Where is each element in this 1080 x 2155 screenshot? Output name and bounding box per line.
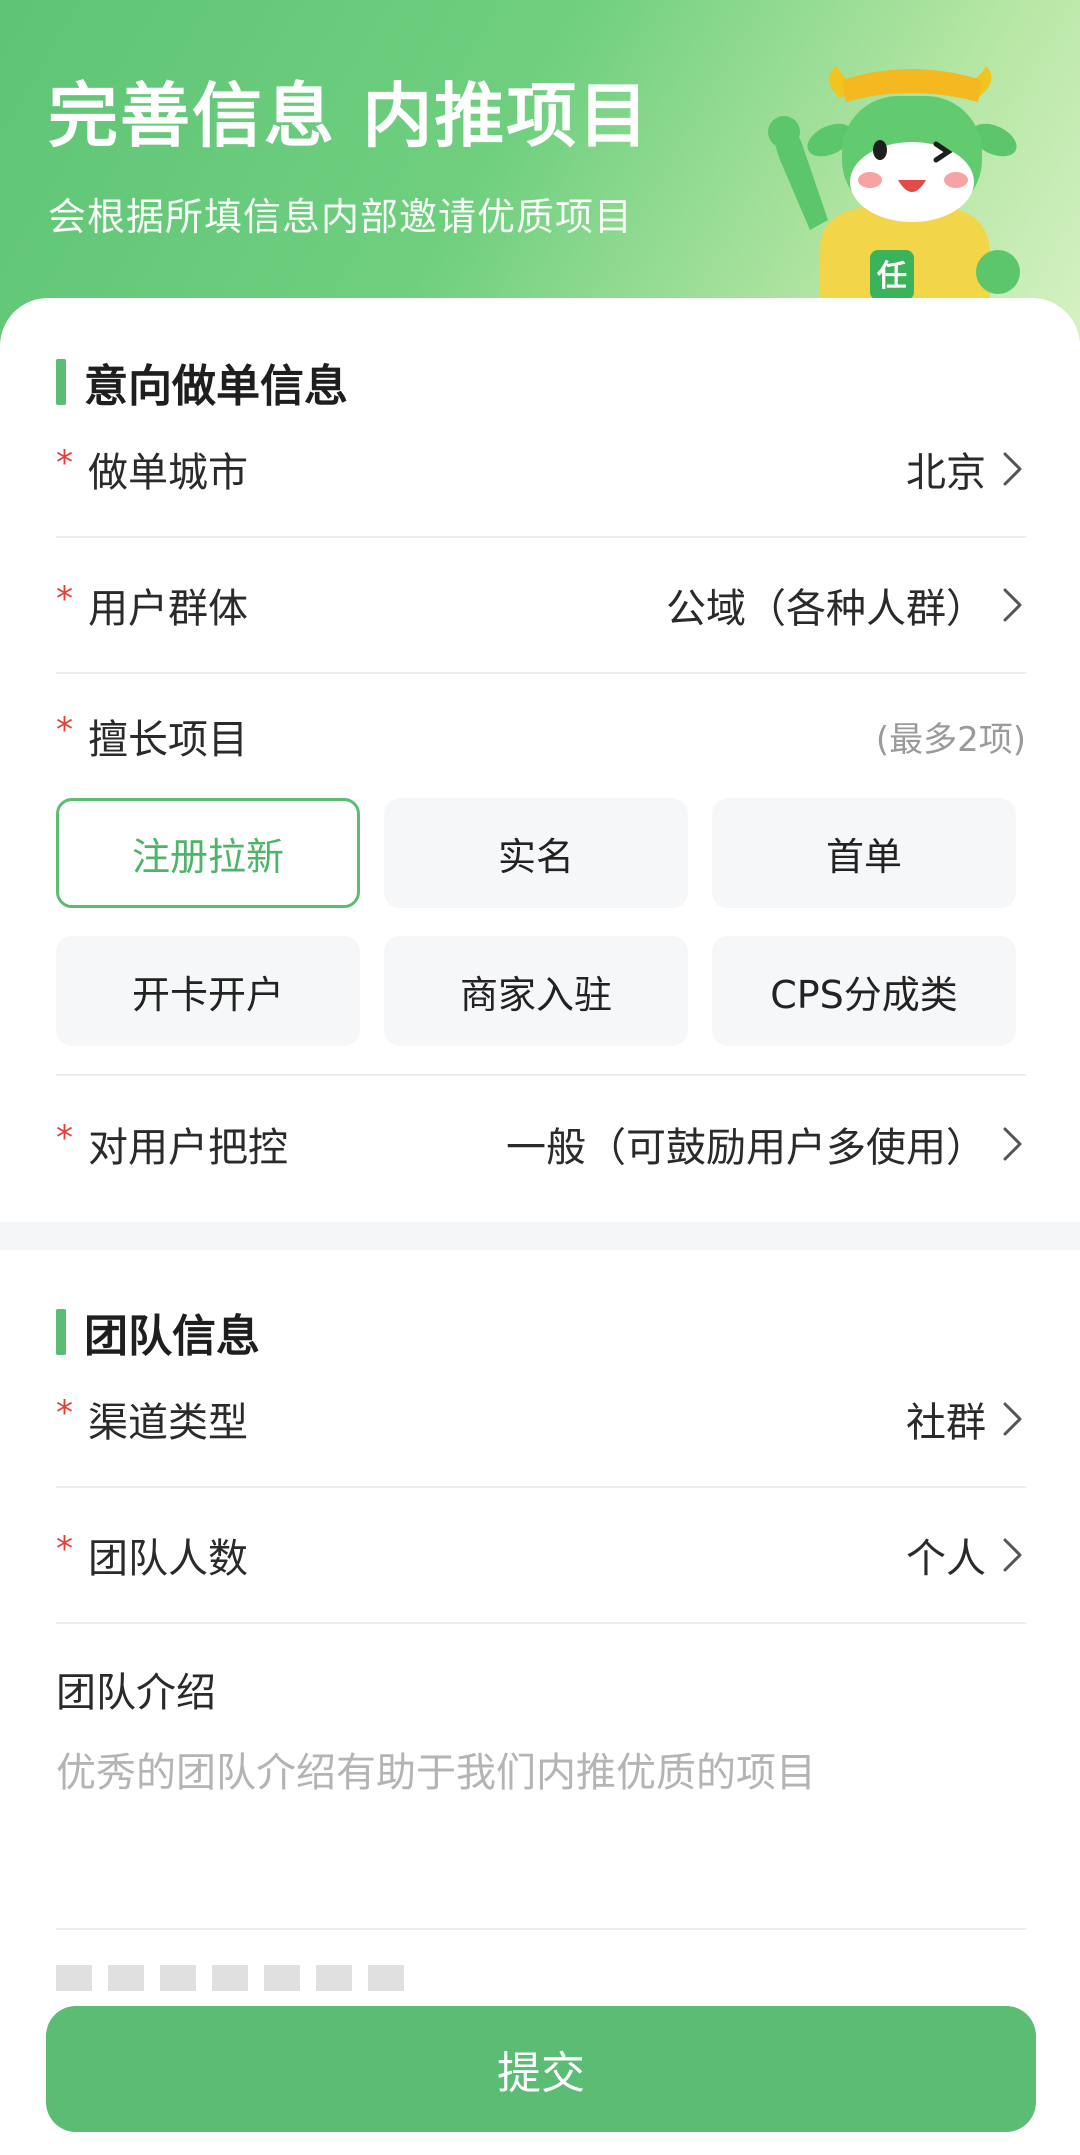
team-size-label: 团队人数 bbox=[88, 1536, 248, 1582]
page-subtitle: 会根据所填信息内部邀请优质项目 bbox=[48, 195, 634, 239]
skills-field-header: * 擅长项目 (最多2项) bbox=[56, 672, 1026, 800]
skill-chip-open-card[interactable]: 开卡开户 bbox=[56, 936, 360, 1046]
team-size-field[interactable]: * 团队人数 个人 bbox=[56, 1488, 1026, 1624]
skills-limit-hint: (最多2项) bbox=[875, 719, 1026, 760]
skill-chip-cps[interactable]: CPS分成类 bbox=[712, 936, 1016, 1046]
page: 完善信息 内推项目 会根据所填信息内部邀请优质项目 任 意向做单信息 * 做单城… bbox=[0, 0, 1080, 2155]
required-mark: * bbox=[56, 1529, 73, 1569]
section-separator bbox=[0, 1222, 1080, 1250]
user-group-label: 用户群体 bbox=[88, 586, 248, 632]
user-control-field[interactable]: * 对用户把控 一般（可鼓励用户多使用） bbox=[56, 1076, 1026, 1212]
chevron-right-icon bbox=[1003, 1538, 1022, 1572]
skill-chip-label: CPS分成类 bbox=[770, 972, 958, 1017]
section-accent-bar bbox=[56, 1309, 66, 1355]
channel-type-value-wrap: 社群 bbox=[906, 1390, 1026, 1448]
user-control-label: 对用户把控 bbox=[88, 1125, 288, 1171]
user-group-value-wrap: 公域（各种人群） bbox=[666, 576, 1026, 634]
user-control-value-wrap: 一般（可鼓励用户多使用） bbox=[506, 1115, 1026, 1173]
chevron-right-icon bbox=[1003, 1402, 1022, 1436]
chevron-right-icon bbox=[1003, 588, 1022, 622]
page-title: 完善信息 内推项目 bbox=[48, 75, 651, 157]
cow-mascot-icon: 任 bbox=[768, 66, 1020, 310]
chevron-right-icon bbox=[1003, 452, 1022, 486]
required-mark: * bbox=[56, 443, 73, 483]
city-label-wrap: * 做单城市 bbox=[56, 440, 248, 498]
skill-chip-label: 开卡开户 bbox=[131, 972, 284, 1017]
city-label: 做单城市 bbox=[88, 450, 248, 496]
channel-type-label: 渠道类型 bbox=[88, 1400, 248, 1446]
svg-text:任: 任 bbox=[876, 259, 907, 294]
section-accent-bar bbox=[56, 359, 66, 405]
required-mark: * bbox=[56, 710, 73, 750]
required-mark: * bbox=[56, 579, 73, 619]
channel-type-label-wrap: * 渠道类型 bbox=[56, 1390, 248, 1448]
team-intro-label: 团队介绍 bbox=[56, 1670, 216, 1716]
submit-button[interactable]: 提交 bbox=[46, 2006, 1036, 2132]
team-intro-textarea[interactable] bbox=[56, 1740, 1026, 1930]
required-mark: * bbox=[56, 1393, 73, 1433]
skill-chip-label: 首单 bbox=[825, 834, 902, 879]
user-group-label-wrap: * 用户群体 bbox=[56, 576, 248, 634]
skill-chip-label: 实名 bbox=[497, 834, 574, 879]
chevron-right-icon bbox=[1003, 1127, 1022, 1161]
skill-chip-realname[interactable]: 实名 bbox=[384, 798, 688, 908]
user-group-value: 公域（各种人群） bbox=[666, 586, 986, 632]
skill-chip-first-order[interactable]: 首单 bbox=[712, 798, 1016, 908]
user-control-label-wrap: * 对用户把控 bbox=[56, 1115, 288, 1173]
city-value-wrap: 北京 bbox=[906, 440, 1026, 498]
user-control-value: 一般（可鼓励用户多使用） bbox=[506, 1125, 986, 1171]
team-size-value: 个人 bbox=[906, 1536, 986, 1582]
skill-chip-register[interactable]: 注册拉新 bbox=[56, 798, 360, 908]
team-size-label-wrap: * 团队人数 bbox=[56, 1526, 248, 1584]
required-mark: * bbox=[56, 1118, 73, 1158]
city-value: 北京 bbox=[906, 450, 986, 496]
obscured-field-label bbox=[56, 1965, 416, 1991]
submit-label: 提交 bbox=[497, 2048, 585, 2099]
channel-type-value: 社群 bbox=[906, 1400, 986, 1446]
channel-type-field[interactable]: * 渠道类型 社群 bbox=[56, 1352, 1026, 1488]
city-field[interactable]: * 做单城市 北京 bbox=[56, 402, 1026, 538]
skills-label: 擅长项目 bbox=[88, 717, 248, 763]
skill-chip-label: 注册拉新 bbox=[131, 834, 284, 879]
team-size-value-wrap: 个人 bbox=[906, 1526, 1026, 1584]
user-group-field[interactable]: * 用户群体 公域（各种人群） bbox=[56, 538, 1026, 674]
skill-chip-label: 商家入驻 bbox=[459, 972, 612, 1017]
skill-chip-merchant[interactable]: 商家入驻 bbox=[384, 936, 688, 1046]
skills-label-wrap: * 擅长项目 bbox=[56, 707, 248, 765]
